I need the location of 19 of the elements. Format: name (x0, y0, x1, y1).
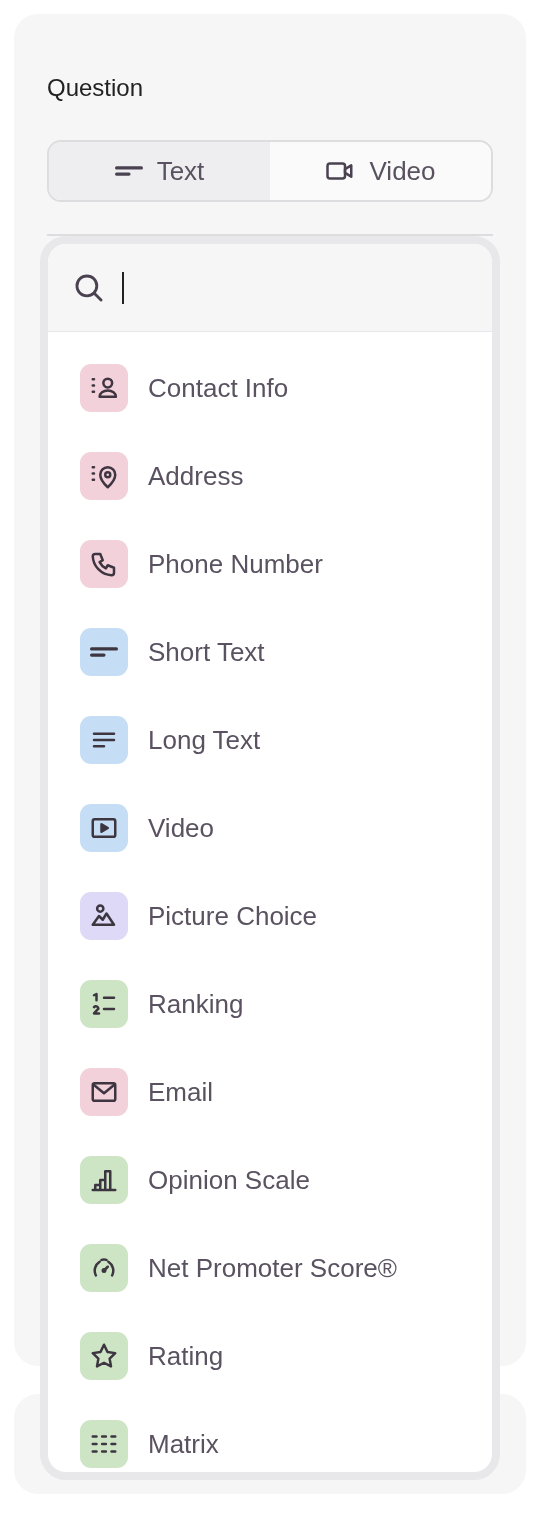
short-lines-icon (90, 647, 118, 657)
search-field[interactable] (48, 244, 492, 332)
section-title: Question (47, 73, 145, 103)
star-icon (89, 1341, 119, 1371)
menu-item[interactable]: Email (48, 1048, 492, 1136)
menu-item[interactable]: Phone Number (48, 520, 492, 608)
menu-item[interactable]: Rating (48, 1312, 492, 1400)
tab[interactable]: Text (49, 142, 270, 200)
menu-item[interactable]: Picture Choice (48, 872, 492, 960)
menu-item[interactable]: Long Text (48, 696, 492, 784)
lines-icon (114, 166, 143, 176)
menu-item[interactable]: Video (48, 784, 492, 872)
menu-item[interactable]: Address (48, 432, 492, 520)
menu-item[interactable]: Short Text (48, 608, 492, 696)
menu-item[interactable]: Opinion Scale (48, 1136, 492, 1224)
menu-item[interactable]: Net Promoter Score® (48, 1224, 492, 1312)
menu-item[interactable]: Ranking (48, 960, 492, 1048)
menu-item[interactable]: Matrix (48, 1400, 492, 1472)
menu-item[interactable]: Contact Info (48, 344, 492, 432)
